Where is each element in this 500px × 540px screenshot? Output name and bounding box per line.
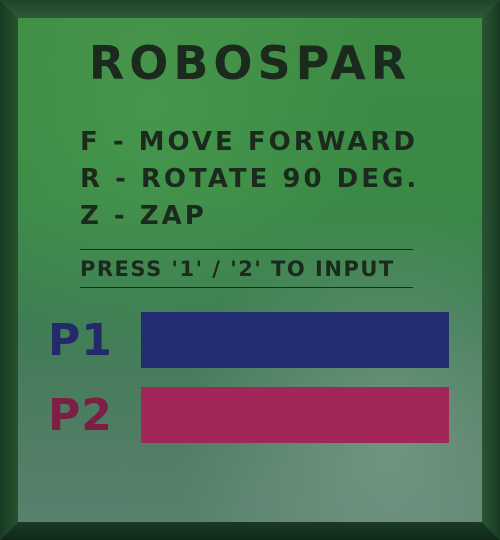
game-title: ROBOSPAR xyxy=(88,36,412,90)
player-1-label: P1 xyxy=(48,315,113,366)
input-instructions: PRESS '1' / '2' TO INPUT xyxy=(80,257,395,281)
controls-list: F - MOVE FORWARD R - ROTATE 90 DEG. Z - … xyxy=(80,124,419,235)
control-rotate: R - ROTATE 90 DEG. xyxy=(80,164,420,194)
game-panel: ROBOSPAR F - MOVE FORWARD R - ROTATE 90 … xyxy=(0,0,500,540)
player-1-input-bar[interactable] xyxy=(141,312,449,368)
player-2-label: P2 xyxy=(48,390,113,441)
control-zap: Z - ZAP xyxy=(80,201,207,231)
player-2-input-bar[interactable] xyxy=(141,387,449,443)
divider-top xyxy=(80,249,413,250)
panel-border-left xyxy=(0,0,18,540)
control-move-forward: F - MOVE FORWARD xyxy=(80,127,418,157)
panel-content: ROBOSPAR F - MOVE FORWARD R - ROTATE 90 … xyxy=(18,18,482,522)
panel-border-bottom xyxy=(0,522,500,540)
divider-bottom xyxy=(80,287,413,288)
panel-border-right xyxy=(482,0,500,540)
panel-border-top xyxy=(0,0,500,18)
